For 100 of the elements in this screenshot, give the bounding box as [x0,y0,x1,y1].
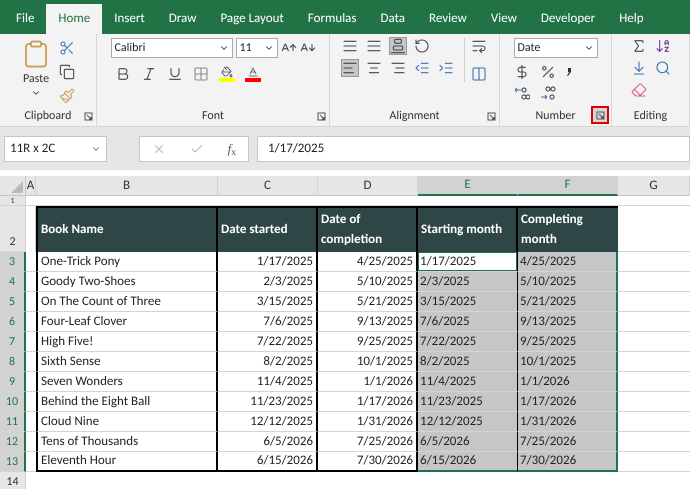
column-header[interactable]: F [518,176,618,196]
header-cell: Date of completion [318,206,418,252]
decrease-indent-icon[interactable] [414,60,430,76]
percent-icon[interactable] [540,64,556,80]
table-cell: Behind the Eight Ball [36,392,218,412]
table-cell: 7/22/2025 [418,332,518,352]
middle-align-icon[interactable] [366,38,382,54]
table-cell: Tens of Thousands [36,432,218,452]
header-cell: Book Name [36,206,218,252]
row-header[interactable]: 10 [0,392,26,412]
column-header[interactable]: E [418,176,518,196]
header-cell: Date started [218,206,318,252]
top-align-icon[interactable] [342,38,358,54]
table-cell: Cloud Nine [36,412,218,432]
ribbon-tab[interactable]: Page Layout [208,4,296,34]
header-cell: Starting month [418,206,518,252]
dialog-launcher-icon[interactable] [485,110,497,122]
font-size-field[interactable]: 11 [236,38,278,58]
table-cell: 12/12/2025 [418,412,518,432]
group-label: Alignment [389,110,440,122]
row-header[interactable]: 3 [0,252,26,272]
bottom-align-icon[interactable] [390,38,406,54]
table-cell: 8/2/2025 [418,352,518,372]
row-header[interactable]: 2 [0,206,26,252]
row-header[interactable]: 13 [0,452,26,472]
align-left-icon[interactable] [342,60,358,76]
row-header[interactable]: 8 [0,352,26,372]
group-label: Number [535,110,576,122]
column-header[interactable]: A [26,176,36,196]
group-label: Clipboard [24,110,72,122]
row-header[interactable]: 4 [0,272,26,292]
fill-color-icon[interactable] [218,66,234,82]
dialog-launcher-icon[interactable] [315,110,327,122]
font-color-icon[interactable] [244,66,260,82]
align-center-icon[interactable] [366,60,382,76]
formula-bar[interactable]: 1/17/2025 [257,136,690,162]
table-cell: 6/15/2026 [418,452,518,472]
dialog-launcher-icon[interactable] [82,110,94,122]
cut-icon[interactable] [59,40,75,56]
ribbon-tab[interactable]: Draw [156,4,208,34]
borders-icon[interactable] [192,66,208,82]
table-cell: 9/25/2025 [518,332,618,352]
table-cell: 1/17/2025 [218,252,318,272]
table-cell: 1/1/2026 [518,372,618,392]
ribbon-tab[interactable]: Review [417,4,479,34]
underline-icon[interactable] [166,66,182,82]
name-box[interactable]: 11R x 2C [4,136,107,162]
row-header[interactable]: 6 [0,312,26,332]
ribbon-tab[interactable]: Help [607,4,656,34]
row-header[interactable]: 9 [0,372,26,392]
font-name-field[interactable]: Calibri [110,38,232,58]
increase-indent-icon[interactable] [438,60,454,76]
table-cell: 6/5/2026 [418,432,518,452]
table-cell: 11/4/2025 [418,372,518,392]
comma-style-icon[interactable] [566,67,572,77]
eraser-icon[interactable] [630,82,646,98]
column-header[interactable]: G [618,176,690,196]
wrap-text-icon[interactable] [471,38,487,54]
table-cell: 5/21/2025 [518,292,618,312]
search-icon[interactable] [654,60,670,76]
copy-icon[interactable] [59,64,75,80]
row-header[interactable]: 5 [0,292,26,312]
table-cell: 3/15/2025 [218,292,318,312]
header-cell: Completing month [518,206,618,252]
number-format-field[interactable]: Date [514,38,598,58]
paste-button[interactable]: Paste [21,38,51,98]
table-cell: 1/17/2026 [518,392,618,412]
row-header[interactable]: 12 [0,432,26,452]
ribbon-tab[interactable]: Home [46,4,102,34]
increase-decimal-icon[interactable] [514,86,530,100]
decrease-decimal-icon[interactable] [540,86,556,100]
table-cell: Goody Two-Shoes [36,272,218,292]
row-header[interactable]: 1 [0,196,26,206]
ribbon-tab[interactable]: Insert [102,4,157,34]
table-cell: 2/3/2025 [418,272,518,292]
table-cell: Eleventh Hour [36,452,218,472]
table-cell: One-Trick Pony [36,252,218,272]
sort-filter-icon[interactable] [654,38,670,54]
row-header[interactable]: 7 [0,332,26,352]
ribbon-tab[interactable]: Data [368,4,418,34]
row-header[interactable]: 14 [0,472,26,489]
dialog-launcher-icon[interactable] [591,106,609,124]
table-cell: Four-Leaf Clover [36,312,218,332]
ribbon-tab[interactable]: View [478,4,529,34]
row-header[interactable]: 11 [0,412,26,432]
table-cell: Seven Wonders [36,372,218,392]
column-header[interactable]: B [36,176,218,196]
ribbon-tab[interactable]: File [4,4,46,34]
align-right-icon[interactable] [390,60,406,76]
group-label: Font [202,110,224,122]
table-cell: 6/15/2026 [218,452,318,472]
column-header[interactable]: C [218,176,318,196]
ribbon-tab[interactable]: Developer [528,4,608,34]
merge-icon[interactable] [471,66,487,82]
ribbon-tab[interactable]: Formulas [296,4,368,34]
orientation-icon[interactable] [414,38,430,54]
table-cell: 10/1/2025 [518,352,618,372]
table-cell: 1/31/2026 [518,412,618,432]
table-cell: 8/2/2025 [218,352,318,372]
insert-function-button[interactable]: f$_{x}$ [228,138,236,158]
